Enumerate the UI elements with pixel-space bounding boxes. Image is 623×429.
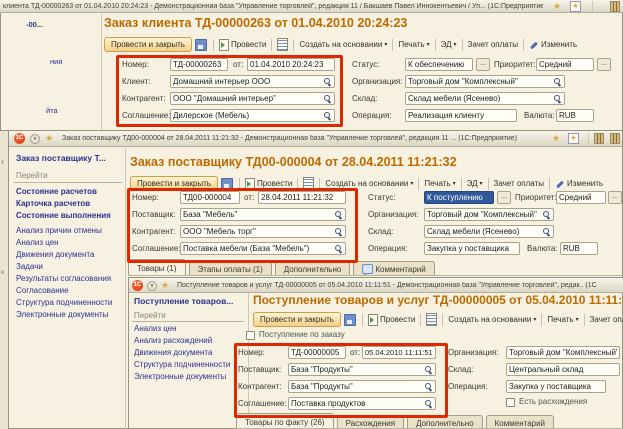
journal-icon[interactable]: [426, 313, 437, 326]
field-value: 05.04.2010 11:11:51: [365, 348, 433, 357]
window-goods-receipt: 1С ▾ ★ Поступление товаров и услуг ТД-00…: [0, 0, 623, 429]
toolbar: Провести и закрыть Провести Создать на о…: [253, 311, 623, 328]
operation-field[interactable]: Закупка у поставщика: [506, 380, 606, 393]
tab-bar: Товары по факту (26) Расхождения Дополни…: [236, 413, 554, 429]
field-label: Склад:: [448, 365, 473, 374]
tab-discrepancies[interactable]: Расхождения: [337, 415, 404, 429]
search-icon[interactable]: [424, 382, 433, 392]
toolbar-separator: [442, 314, 443, 326]
field-label: Операция:: [448, 382, 488, 391]
create-based-on-button[interactable]: Создать на основании▾: [446, 315, 538, 324]
payment-offset-button[interactable]: Зачет оплаты: [588, 315, 623, 324]
number-field[interactable]: ТД-00000005: [288, 346, 346, 359]
tab-comment[interactable]: Комментарий: [486, 415, 554, 429]
print-button[interactable]: Печать▾: [545, 315, 580, 324]
discrepancy-checkbox[interactable]: [506, 398, 515, 407]
post-label: Провести: [380, 315, 415, 324]
counterparty-field[interactable]: База "Продукты": [288, 380, 436, 393]
field-label: Соглашение:: [238, 399, 287, 408]
field-value: База "Продукты": [291, 365, 424, 374]
star-icon[interactable]: ★: [161, 280, 169, 290]
sidebar-divider: [248, 293, 249, 429]
field-value: Поставка продуктов: [291, 399, 424, 408]
field-label: Номер:: [238, 348, 265, 357]
field-label: Организация:: [448, 348, 498, 357]
screen: а х и клиента ТД-00000263 от 01.04.2010 …: [0, 0, 623, 429]
sidebar-item-document-movements[interactable]: Движения документа: [134, 348, 212, 357]
order-receipt-checkbox[interactable]: [246, 331, 255, 340]
toolbar-separator: [584, 314, 585, 326]
toolbar-separator: [362, 314, 363, 326]
field-value: ТД-00000005: [291, 348, 343, 357]
search-icon[interactable]: [424, 399, 433, 409]
field-value: Торговый дом "Комплексный": [509, 348, 617, 357]
sidebar-item-edocuments[interactable]: Электронные документы: [134, 372, 226, 381]
sidebar-section-label: Перейти: [134, 311, 166, 320]
search-icon[interactable]: [424, 365, 433, 375]
payment-offset-label: Зачет оплаты: [590, 315, 623, 324]
field-label: Контрагент:: [238, 382, 282, 391]
post-and-close-label: Провести и закрыть: [260, 315, 334, 324]
create-based-on-label: Создать на основании: [448, 315, 531, 324]
field-value: Центральный склад: [509, 365, 617, 374]
supplier-field[interactable]: База "Продукты": [288, 363, 436, 376]
tab-additional[interactable]: Дополнительно: [407, 415, 483, 429]
field-label: Поставщик:: [238, 365, 281, 374]
checkbox-label: Поступление по заказу: [259, 330, 345, 339]
document-header: Поступление товаров и услуг ТД-00000005 …: [253, 293, 623, 307]
tab-goods-actual[interactable]: Товары по факту (26): [236, 413, 334, 429]
toolbar-separator: [541, 314, 542, 326]
sidebar-title[interactable]: Поступление товаров...: [134, 296, 233, 306]
field-label: от:: [350, 348, 360, 357]
menu-dropdown-icon[interactable]: ▾: [147, 281, 157, 291]
post-button[interactable]: Провести: [366, 314, 417, 326]
field-value: База "Продукты": [291, 382, 424, 391]
print-label: Печать: [547, 315, 573, 324]
save-icon[interactable]: [344, 314, 356, 326]
post-and-close-button[interactable]: Провести и закрыть: [253, 312, 341, 327]
sidebar-rule: [132, 321, 244, 322]
agreement-field[interactable]: Поставка продуктов: [288, 397, 436, 410]
toolbar-separator: [420, 314, 421, 326]
warehouse-field[interactable]: Центральный склад: [506, 363, 620, 376]
field-value: Закупка у поставщика: [509, 382, 603, 391]
post-icon: [368, 314, 378, 326]
sidebar-item-subordination[interactable]: Структура подчиненности: [134, 360, 230, 369]
organization-field[interactable]: Торговый дом "Комплексный": [506, 346, 620, 359]
caret-down-icon: ▾: [533, 316, 536, 323]
sidebar-item-price-analysis[interactable]: Анализ цен: [134, 324, 177, 333]
window-title: Поступление товаров и услуг ТД-00000005 …: [177, 282, 623, 289]
caret-down-icon: ▾: [576, 316, 579, 323]
sidebar-item-discrepancy-analysis[interactable]: Анализ расхождений: [134, 336, 212, 345]
checkbox-label: Есть расхождения: [519, 397, 587, 406]
date-field[interactable]: 05.04.2010 11:11:51: [362, 346, 436, 359]
1c-logo-icon: 1С: [132, 280, 143, 291]
